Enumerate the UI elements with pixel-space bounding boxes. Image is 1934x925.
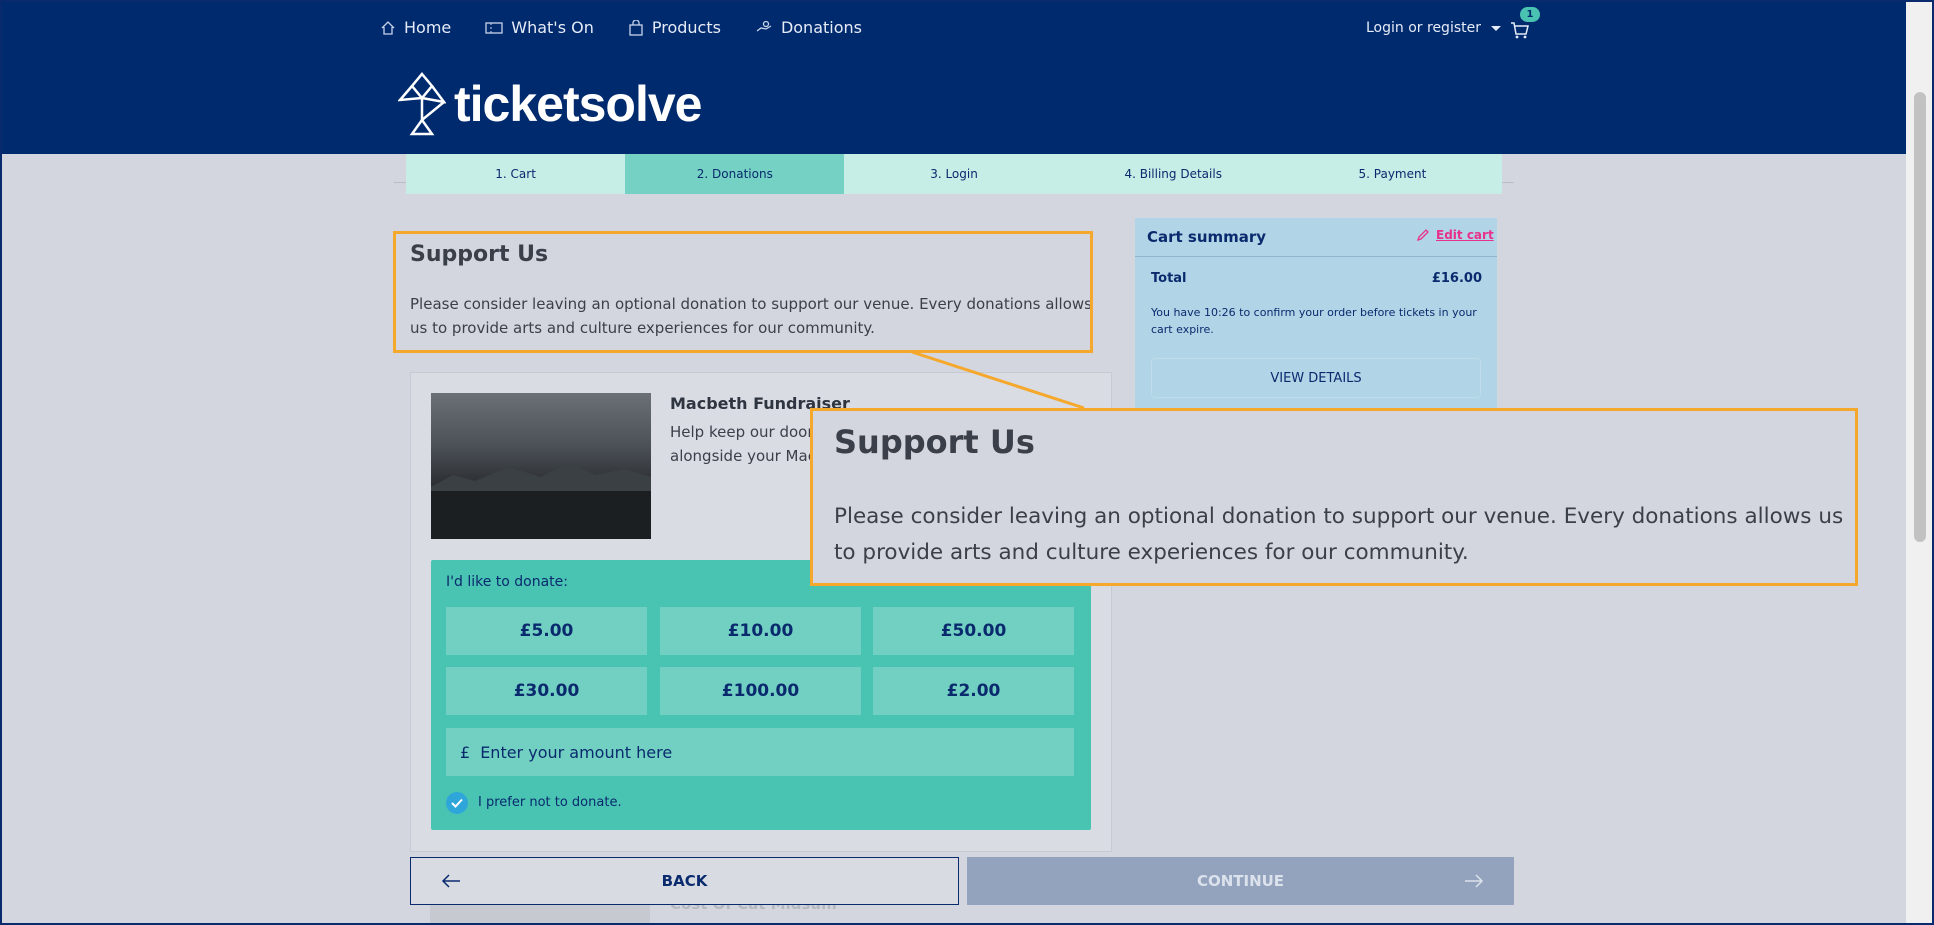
nav-home[interactable]: Home bbox=[380, 18, 451, 37]
nav-whats-on[interactable]: What's On bbox=[485, 18, 594, 37]
nav-donations-label: Donations bbox=[780, 18, 862, 37]
total-value: £16.00 bbox=[1431, 271, 1482, 286]
cart-icon[interactable] bbox=[1510, 20, 1530, 40]
main-nav: Home What's On Products Donations bbox=[380, 18, 896, 37]
step-login[interactable]: 3. Login bbox=[844, 154, 1064, 194]
highlight-box bbox=[393, 231, 1093, 353]
arrow-left-icon bbox=[441, 874, 460, 888]
currency-symbol: £ bbox=[460, 742, 471, 762]
cart-timer-text: You have 10:26 to confirm your order bef… bbox=[1151, 306, 1477, 336]
continue-label: CONTINUE bbox=[1196, 872, 1285, 890]
edit-cart-label: Edit cart bbox=[1436, 228, 1494, 242]
opt-out-label: I prefer not to donate. bbox=[478, 795, 622, 810]
amount-option[interactable]: £2.00 bbox=[873, 667, 1074, 715]
zoom-title: Support Us bbox=[834, 423, 1035, 461]
pencil-icon bbox=[1416, 229, 1429, 242]
step-cart[interactable]: 1. Cart bbox=[406, 154, 626, 194]
nav-whats-on-label: What's On bbox=[511, 18, 594, 37]
step-label: 2. Donations bbox=[696, 167, 773, 181]
donate-label: I'd like to donate: bbox=[446, 574, 568, 590]
nav-home-label: Home bbox=[404, 18, 452, 37]
amount-option[interactable]: £100.00 bbox=[660, 667, 861, 715]
brand-logo[interactable]: ticketsolve bbox=[398, 72, 702, 136]
step-label: 5. Payment bbox=[1358, 167, 1427, 181]
back-button[interactable]: BACK bbox=[410, 857, 959, 905]
step-billing[interactable]: 4. Billing Details bbox=[1063, 154, 1283, 194]
custom-amount-field[interactable]: £ bbox=[446, 728, 1074, 776]
nav-products[interactable]: Products bbox=[628, 18, 721, 37]
opt-out-checkbox[interactable] bbox=[446, 792, 468, 814]
home-icon bbox=[381, 20, 395, 35]
step-payment[interactable]: 5. Payment bbox=[1282, 154, 1503, 194]
logo-mark-icon bbox=[398, 72, 446, 136]
arrow-right-icon bbox=[1465, 874, 1484, 888]
cart-count-badge: 1 bbox=[1520, 7, 1540, 22]
cart-summary-divider bbox=[1135, 256, 1497, 257]
donation-image bbox=[431, 393, 651, 539]
total-label: Total bbox=[1151, 271, 1187, 286]
image-ground bbox=[431, 491, 651, 539]
ticket-icon bbox=[485, 21, 503, 34]
amount-option[interactable]: £5.00 bbox=[446, 607, 647, 655]
step-label: 3. Login bbox=[930, 167, 978, 181]
custom-amount-input[interactable] bbox=[480, 742, 1041, 762]
login-label: Login or register bbox=[1366, 20, 1481, 36]
bag-icon bbox=[629, 19, 643, 36]
amount-option[interactable]: £50.00 bbox=[873, 607, 1074, 655]
amount-option[interactable]: £10.00 bbox=[660, 607, 861, 655]
continue-button[interactable]: CONTINUE bbox=[967, 857, 1514, 905]
login-dropdown[interactable]: Login or register bbox=[1366, 20, 1501, 36]
edit-cart-link[interactable]: Edit cart bbox=[1416, 228, 1494, 242]
scrollbar-thumb[interactable] bbox=[1914, 92, 1926, 542]
donation-icon bbox=[756, 20, 772, 32]
check-icon bbox=[451, 798, 463, 808]
zoom-text: Please consider leaving an optional dona… bbox=[834, 504, 1844, 565]
step-label: 1. Cart bbox=[495, 167, 536, 181]
scrollbar[interactable] bbox=[1906, 0, 1934, 925]
cart-summary-title: Cart summary bbox=[1147, 228, 1267, 246]
step-donations[interactable]: 2. Donations bbox=[625, 154, 845, 194]
zoom-callout: Support Us Please consider leaving an op… bbox=[810, 408, 1858, 586]
brand-name: ticketsolve bbox=[454, 76, 702, 132]
back-label: BACK bbox=[661, 872, 708, 890]
nav-products-label: Products bbox=[651, 18, 721, 37]
checkout-steps: 1. Cart 2. Donations 3. Login 4. Billing… bbox=[406, 154, 1503, 194]
chevron-down-icon bbox=[1490, 25, 1501, 31]
view-details-button[interactable]: VIEW DETAILS bbox=[1151, 358, 1481, 398]
nav-donations[interactable]: Donations bbox=[755, 18, 862, 37]
site-header: Home What's On Products Donations Login … bbox=[0, 0, 1906, 154]
step-label: 4. Billing Details bbox=[1124, 167, 1222, 181]
amount-option[interactable]: £30.00 bbox=[446, 667, 647, 715]
